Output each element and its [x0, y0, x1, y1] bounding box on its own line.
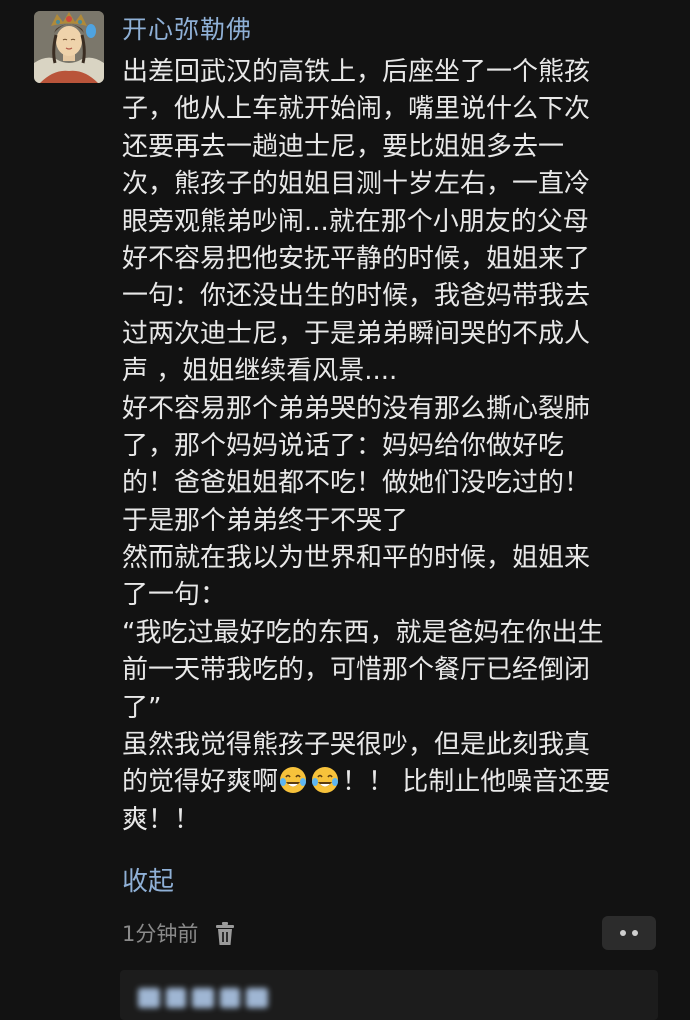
post-line-with-emoji: 的觉得好爽啊 ！！ 比制止他噪音还要 [122, 764, 660, 801]
post-line: 了，那个妈妈说话了：妈妈给你做好吃 [122, 430, 565, 461]
post-line: 一句：你还没出生的时候，我爸妈带我去 [122, 281, 591, 312]
meta-row: 1分钟前 [122, 914, 236, 954]
post-line: 眼旁观熊弟吵闹...就在那个小朋友的父母 [122, 206, 589, 237]
post-line: 过两次迪士尼，于是弟弟瞬间哭的不成人 [122, 318, 591, 349]
blurred-reply-icon [138, 988, 268, 1008]
emoji-line-suffix: ！！ 比制止他噪音还要 [342, 767, 611, 798]
post-line: 了一句： [122, 580, 227, 611]
collapse-button[interactable]: 收起 [122, 862, 174, 902]
post-line: 子，他从上车就开始闹，嘴里说什么下次 [122, 94, 591, 125]
post-line: 前一天带我吃的，可惜那个餐厅已经倒闭 [122, 655, 591, 686]
more-dots-icon [632, 930, 638, 936]
post-line: “我吃过最好吃的东西，就是爸妈在你出生 [122, 617, 604, 648]
post-line: 好不容易把他安抚平静的时候，姐姐来了 [122, 243, 591, 274]
post-line: 出差回武汉的高铁上，后座坐了一个熊孩 [122, 57, 591, 87]
post-line: 了” [122, 692, 162, 723]
post-line: 还要再去一趟迪士尼，要比姐姐多去一 [122, 131, 565, 162]
post-line: 次，熊孩子的姐姐目测十岁左右，一直冷 [122, 169, 591, 200]
tears-of-joy-emoji-icon [280, 767, 307, 794]
trash-icon[interactable] [214, 922, 236, 946]
post-body: 出差回武汉的高铁上，后座坐了一个熊孩 子，他从上车就开始闹，嘴里说什么下次 还要… [122, 54, 660, 839]
post-line: 爽！！ [122, 804, 201, 835]
avatar[interactable] [34, 11, 104, 83]
bodhisattva-portrait-icon [34, 11, 104, 83]
tears-of-joy-emoji-icon [312, 767, 339, 794]
more-dots-icon [620, 930, 626, 936]
username[interactable]: 开心弥勒佛 [122, 10, 252, 50]
reply-preview[interactable] [120, 970, 658, 1020]
post-line: 的！爸爸姐姐都不吃！做她们没吃过的！ [122, 468, 591, 499]
post-line: 好不容易那个弟弟哭的没有那么撕心裂肺 [122, 393, 591, 424]
post-line: 声 ，姐姐继续看风景.... [122, 356, 398, 387]
more-button[interactable] [602, 916, 656, 950]
post-line: 虽然我觉得熊孩子哭很吵，但是此刻我真 [122, 730, 591, 761]
post-line: 然而就在我以为世界和平的时候，姐姐来 [122, 543, 591, 574]
timestamp: 1分钟前 [122, 922, 199, 946]
emoji-line-prefix: 的觉得好爽啊 [122, 767, 279, 798]
post-line: 于是那个弟弟终于不哭了 [122, 505, 409, 536]
